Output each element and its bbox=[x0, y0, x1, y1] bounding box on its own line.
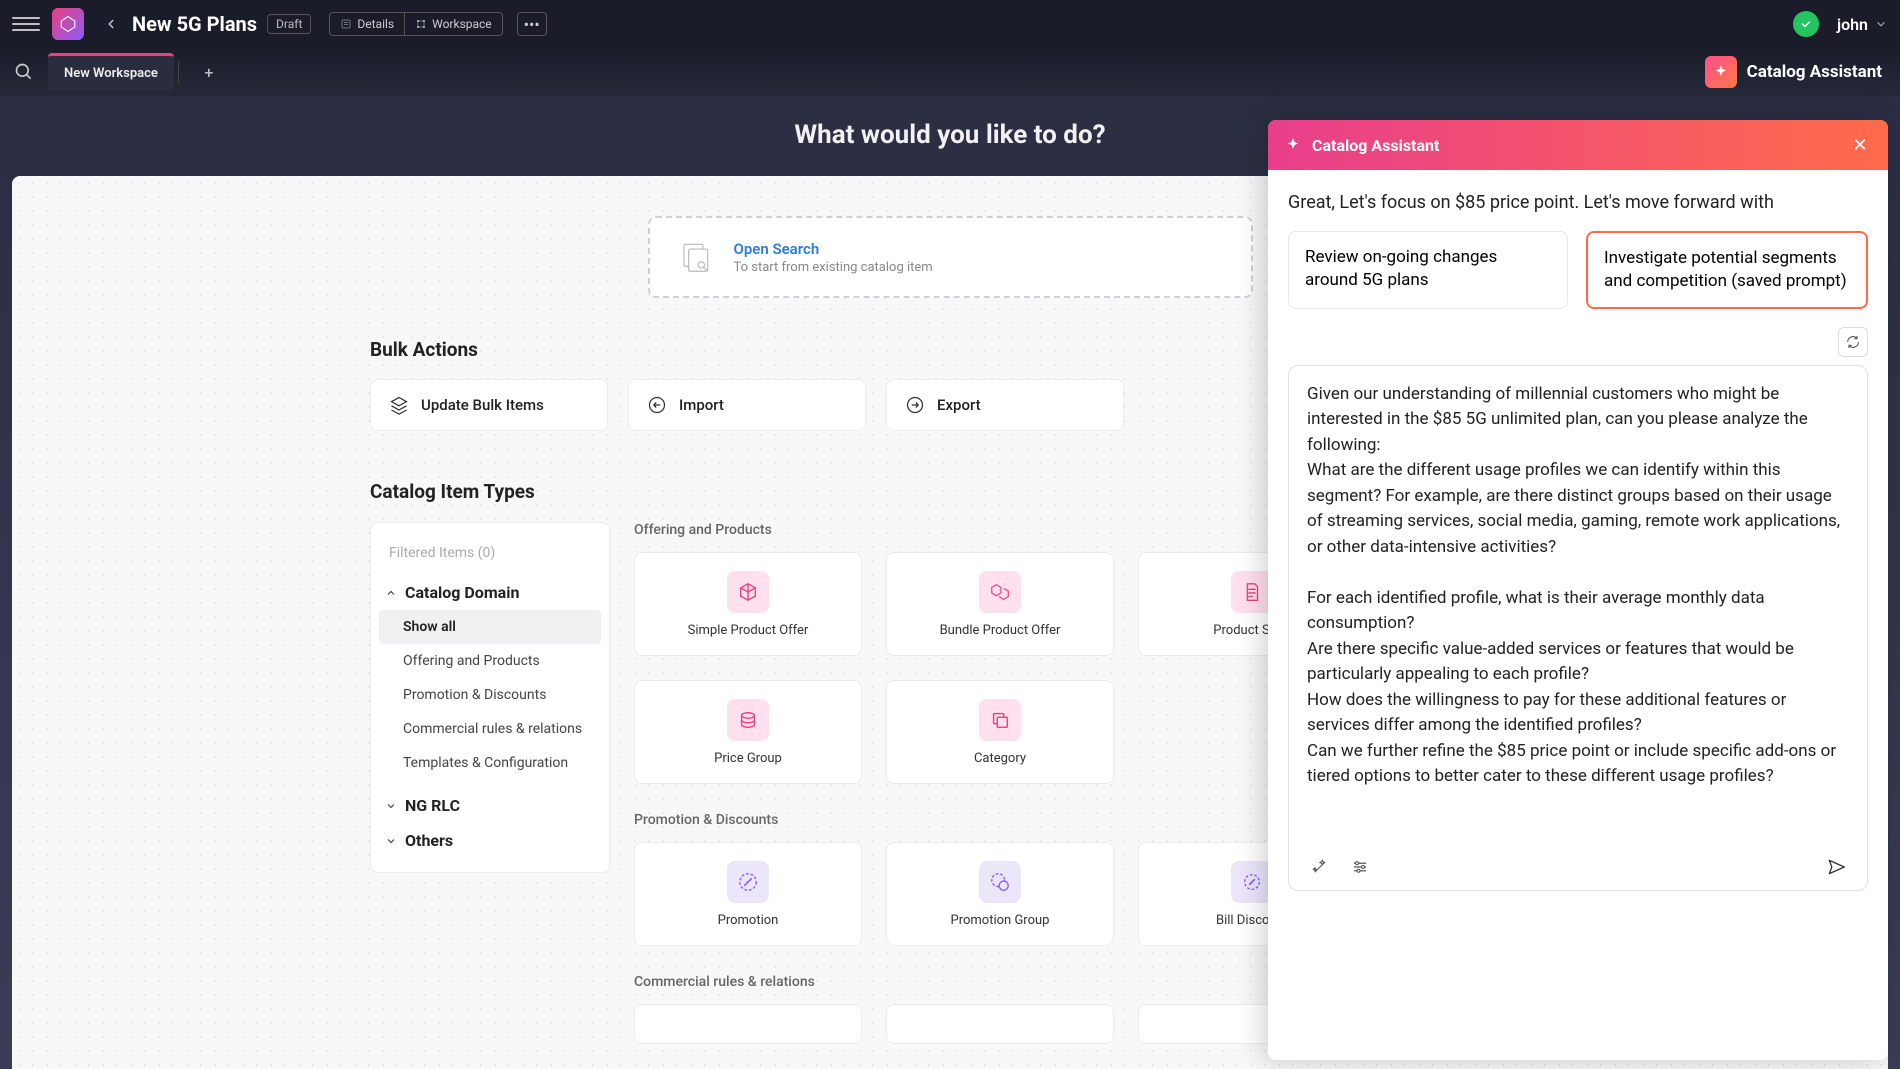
workspace-button[interactable]: Workspace bbox=[404, 12, 503, 36]
assistant-label: Catalog Assistant bbox=[1747, 62, 1882, 82]
update-bulk-button[interactable]: Update Bulk Items bbox=[370, 379, 608, 431]
ng-rlc-header[interactable]: NG RLC bbox=[371, 788, 609, 823]
chevron-down-icon bbox=[385, 835, 397, 847]
refresh-suggestions-button[interactable] bbox=[1838, 327, 1868, 357]
hamburger-menu[interactable] bbox=[12, 10, 40, 38]
tabbar: New Workspace + Catalog Assistant bbox=[0, 48, 1900, 96]
add-tab-button[interactable]: + bbox=[189, 52, 229, 92]
type-bundle-product-offer[interactable]: Bundle Product Offer bbox=[886, 552, 1114, 656]
domain-promotion[interactable]: Promotion & Discounts bbox=[379, 678, 601, 712]
assistant-input-card bbox=[1288, 365, 1868, 891]
catalog-sidebar: Filtered Items (0) Catalog Domain Show a… bbox=[370, 522, 610, 873]
status-indicator bbox=[1793, 11, 1819, 37]
type-price-group[interactable]: Price Group bbox=[634, 680, 862, 784]
document-icon bbox=[1231, 571, 1273, 613]
open-search-title: Open Search bbox=[734, 240, 933, 258]
export-button[interactable]: Export bbox=[886, 379, 1124, 431]
refresh-icon bbox=[1845, 334, 1861, 350]
suggestion-review-changes[interactable]: Review on-going changes around 5G plans bbox=[1288, 231, 1568, 309]
others-header[interactable]: Others bbox=[371, 823, 609, 858]
chevron-down-icon bbox=[385, 800, 397, 812]
global-search-button[interactable] bbox=[4, 52, 44, 92]
workspace-label: Workspace bbox=[432, 17, 492, 31]
tab-divider bbox=[178, 61, 179, 83]
sparkle-icon bbox=[1284, 136, 1302, 154]
send-button[interactable] bbox=[1823, 854, 1849, 880]
update-bulk-label: Update Bulk Items bbox=[421, 396, 544, 414]
magic-wand-button[interactable] bbox=[1307, 854, 1333, 880]
type-commercial-placeholder[interactable] bbox=[634, 1004, 862, 1044]
settings-button[interactable] bbox=[1347, 854, 1373, 880]
type-promotion[interactable]: Promotion bbox=[634, 842, 862, 946]
details-label: Details bbox=[357, 17, 394, 31]
chevron-up-icon bbox=[385, 587, 397, 599]
suggestion-investigate-segments[interactable]: Investigate potential segments and compe… bbox=[1586, 231, 1868, 309]
open-search-icon bbox=[674, 236, 716, 278]
copy-icon bbox=[979, 699, 1021, 741]
domain-offering[interactable]: Offering and Products bbox=[379, 644, 601, 678]
assistant-toggle[interactable]: Catalog Assistant bbox=[1705, 56, 1882, 88]
assistant-message: Great, Let's focus on $85 price point. L… bbox=[1288, 192, 1868, 213]
layers-icon bbox=[389, 395, 409, 415]
open-search-subtitle: To start from existing catalog item bbox=[734, 260, 933, 275]
type-promotion-group[interactable]: Promotion Group bbox=[886, 842, 1114, 946]
assistant-close-button[interactable]: ✕ bbox=[1848, 133, 1872, 157]
user-name[interactable]: john bbox=[1837, 15, 1868, 34]
discount-icon bbox=[1231, 861, 1273, 903]
tab-new-workspace[interactable]: New Workspace bbox=[48, 53, 174, 91]
export-label: Export bbox=[937, 396, 981, 414]
domain-templates[interactable]: Templates & Configuration bbox=[379, 746, 601, 780]
percent-group-icon bbox=[979, 861, 1021, 903]
assistant-body: Great, Let's focus on $85 price point. L… bbox=[1268, 170, 1888, 1060]
topbar: New 5G Plans Draft Details Workspace •••… bbox=[0, 0, 1900, 48]
details-button[interactable]: Details bbox=[329, 12, 405, 36]
back-button[interactable] bbox=[98, 11, 124, 37]
assistant-header-title: Catalog Assistant bbox=[1312, 136, 1838, 155]
type-commercial-placeholder[interactable] bbox=[886, 1004, 1114, 1044]
assistant-header: Catalog Assistant ✕ bbox=[1268, 120, 1888, 170]
percent-icon bbox=[727, 861, 769, 903]
assistant-panel: Catalog Assistant ✕ Great, Let's focus o… bbox=[1268, 120, 1888, 1060]
page-title: New 5G Plans bbox=[132, 12, 257, 36]
type-category[interactable]: Category bbox=[886, 680, 1114, 784]
user-menu-chevron[interactable] bbox=[1874, 17, 1888, 31]
more-button[interactable]: ••• bbox=[517, 12, 547, 36]
import-icon bbox=[647, 395, 667, 415]
cubes-icon bbox=[979, 571, 1021, 613]
assistant-icon bbox=[1705, 56, 1737, 88]
type-simple-product-offer[interactable]: Simple Product Offer bbox=[634, 552, 862, 656]
catalog-domain-header[interactable]: Catalog Domain bbox=[371, 575, 609, 610]
domain-show-all[interactable]: Show all bbox=[379, 610, 601, 644]
draft-badge: Draft bbox=[267, 14, 311, 34]
open-search-card[interactable]: Open Search To start from existing catal… bbox=[648, 216, 1253, 298]
stack-icon bbox=[727, 699, 769, 741]
export-icon bbox=[905, 395, 925, 415]
catalog-types-title: Catalog Item Types bbox=[370, 480, 535, 503]
app-logo[interactable] bbox=[52, 8, 84, 40]
filtered-items-label: Filtered Items (0) bbox=[371, 537, 609, 575]
assistant-input[interactable] bbox=[1307, 382, 1849, 842]
cube-icon bbox=[727, 571, 769, 613]
domain-commercial[interactable]: Commercial rules & relations bbox=[379, 712, 601, 746]
import-button[interactable]: Import bbox=[628, 379, 866, 431]
import-label: Import bbox=[679, 396, 724, 414]
